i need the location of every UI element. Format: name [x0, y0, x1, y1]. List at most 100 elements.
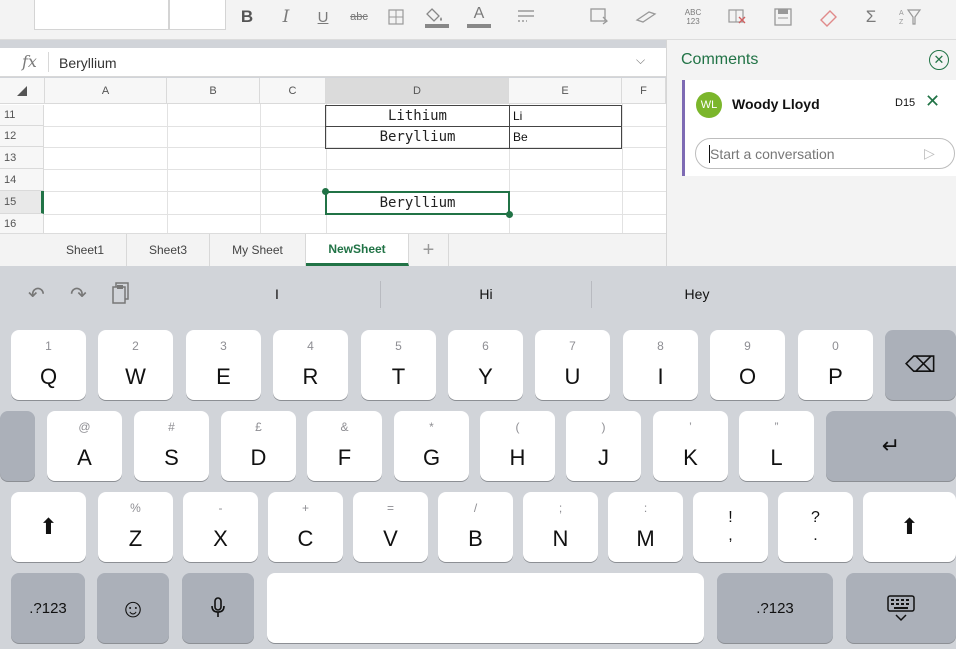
prediction-2[interactable]: Hi [466, 286, 506, 302]
eraser-icon[interactable] [816, 4, 842, 30]
row-header-13[interactable]: 13 [0, 147, 44, 169]
key-m[interactable]: :M [608, 492, 683, 562]
key-q[interactable]: 1Q [11, 330, 86, 400]
redo-icon[interactable]: ↷ [70, 282, 87, 307]
key-h[interactable]: (H [480, 411, 555, 481]
cell-d11[interactable]: Lithium [326, 105, 509, 126]
italic-icon[interactable]: I [275, 4, 297, 30]
column-header-f[interactable]: F [622, 78, 666, 104]
shift-key-right[interactable]: ⬆ [863, 492, 956, 562]
tab-my-sheet[interactable]: My Sheet [210, 234, 306, 266]
prediction-3[interactable]: Hey [674, 286, 720, 302]
align-icon[interactable] [514, 4, 538, 30]
delete-comment-icon[interactable]: ✕ [925, 91, 940, 112]
hide-keyboard-key[interactable] [846, 573, 956, 643]
key-question-period[interactable]: ?. [778, 492, 853, 562]
selection-handle-top-left[interactable] [322, 188, 329, 195]
column-header-d[interactable]: D [326, 78, 509, 104]
key-e[interactable]: 3E [186, 330, 261, 400]
cell-e11[interactable]: Li [510, 105, 622, 126]
key-y[interactable]: 6Y [448, 330, 523, 400]
key-o[interactable]: 9O [710, 330, 785, 400]
underline-icon[interactable]: U [312, 4, 334, 30]
paste-icon[interactable] [112, 282, 130, 310]
column-header-e[interactable]: E [509, 78, 622, 104]
key-c[interactable]: + C [268, 492, 343, 562]
row-header-12[interactable]: 12 [0, 126, 44, 147]
key-r[interactable]: 4R [273, 330, 348, 400]
sort-filter-icon[interactable]: AZ [895, 4, 925, 30]
key-f[interactable]: & F [307, 411, 382, 481]
dictation-key[interactable] [182, 573, 254, 643]
cell-e12[interactable]: Be [510, 126, 622, 147]
wrap-icon[interactable] [586, 4, 612, 30]
spreadsheet-grid[interactable]: A B C D E F 11 12 13 14 15 16 Lithium Li… [0, 78, 666, 233]
selection-box[interactable] [325, 191, 510, 215]
key-p[interactable]: 0P [798, 330, 873, 400]
key-g[interactable]: * G [394, 411, 469, 481]
borders-icon[interactable] [383, 4, 409, 30]
merge-icon[interactable] [770, 4, 796, 30]
key-x[interactable]: -X [183, 492, 258, 562]
tab-sheet3[interactable]: Sheet3 [127, 234, 210, 266]
conversation-input[interactable]: Start a conversation ▷ [695, 138, 955, 169]
close-pane-icon[interactable]: ✕ [929, 50, 949, 70]
tab-newsheet[interactable]: NewSheet [306, 234, 409, 266]
key-i[interactable]: 8I [623, 330, 698, 400]
font-color-icon[interactable]: A [464, 4, 494, 30]
row-header-11[interactable]: 11 [0, 105, 44, 126]
key-exclaim-comma[interactable]: !, [693, 492, 768, 562]
formula-bar[interactable]: fx Beryllium ⌵ [0, 48, 666, 77]
column-header-c[interactable]: C [260, 78, 326, 104]
key-l[interactable]: ” L [739, 411, 814, 481]
numbers-key-right[interactable]: .?123 [717, 573, 833, 643]
format-painter-icon[interactable] [633, 4, 659, 30]
key-w[interactable]: 2W [98, 330, 173, 400]
key-z[interactable]: % Z [98, 492, 173, 562]
column-header-a[interactable]: A [45, 78, 167, 104]
clear-format-icon[interactable] [724, 4, 750, 30]
key-t[interactable]: 5T [361, 330, 436, 400]
select-all-corner[interactable] [0, 78, 45, 104]
space-bar[interactable] [267, 573, 704, 643]
emoji-key[interactable]: ☺ [97, 573, 169, 643]
key-b[interactable]: / B [438, 492, 513, 562]
autosum-icon[interactable]: Σ [860, 4, 882, 30]
strikethrough-icon[interactable]: abc [346, 4, 372, 30]
fill-color-icon[interactable] [422, 4, 452, 30]
key-n[interactable]: ; N [523, 492, 598, 562]
comment-card[interactable]: WL Woody Lloyd D15 ✕ Start a conversatio… [682, 80, 956, 176]
cell-d12[interactable]: Beryllium [326, 126, 509, 147]
key-k[interactable]: ’ K [653, 411, 728, 481]
ribbon-toolbar: B I U abc A ABC 123 Σ A Z [0, 0, 956, 40]
numbers-key-left[interactable]: .?123 [11, 573, 85, 643]
backspace-key[interactable]: ⌫ [885, 330, 956, 400]
prediction-1[interactable]: I [267, 286, 287, 302]
font-size-box[interactable] [169, 0, 226, 30]
key-s[interactable]: # S [134, 411, 209, 481]
return-key[interactable]: ↵ [826, 411, 956, 481]
key-alt: 2 [132, 339, 139, 353]
bold-icon[interactable]: B [236, 4, 258, 30]
selection-handle-bottom-right[interactable] [506, 211, 513, 218]
key-alt: 5 [395, 339, 402, 353]
chevron-down-icon[interactable]: ⌵ [636, 53, 645, 68]
row-header-16[interactable]: 16 [0, 214, 44, 233]
key-v[interactable]: = V [353, 492, 428, 562]
shift-key-left[interactable]: ⬆ [11, 492, 86, 562]
formula-bar-value[interactable]: Beryllium [59, 55, 117, 71]
key-a[interactable]: @ A [47, 411, 122, 481]
font-name-box[interactable] [34, 0, 169, 30]
key-d[interactable]: £ D [221, 411, 296, 481]
undo-icon[interactable]: ↶ [28, 282, 45, 307]
key-label: H [509, 445, 526, 470]
tab-sheet1[interactable]: Sheet1 [44, 234, 127, 266]
column-header-b[interactable]: B [167, 78, 260, 104]
row-header-14[interactable]: 14 [0, 169, 44, 191]
row-header-15[interactable]: 15 [0, 191, 44, 214]
key-u[interactable]: 7U [535, 330, 610, 400]
add-sheet-button[interactable]: + [409, 234, 449, 266]
number-format-icon[interactable]: ABC 123 [680, 4, 706, 30]
key-j[interactable]: ) J [566, 411, 641, 481]
send-icon[interactable]: ▷ [924, 145, 935, 162]
